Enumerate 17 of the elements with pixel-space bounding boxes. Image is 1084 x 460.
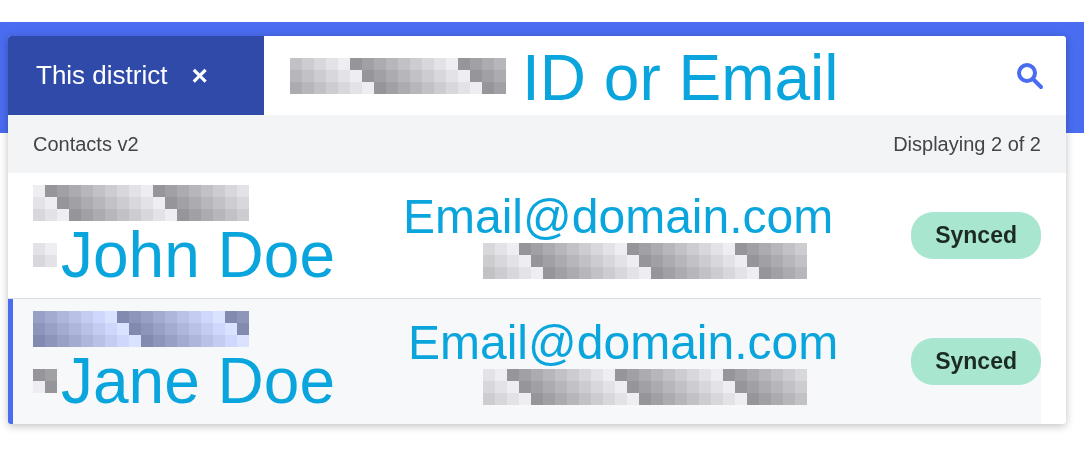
annotation-text: Jane Doe [61,348,335,413]
search-icon[interactable] [1016,61,1044,90]
annotation-text: Email@domain.com [408,319,839,367]
status-badge: Synced [911,338,1041,385]
pixelated-text [33,242,57,267]
contact-row[interactable]: Jane Doe Email@domain.com Synced [8,299,1041,424]
list-title: Contacts v2 [33,132,139,156]
filter-tab[interactable]: This district × [8,36,264,115]
annotation-text: John Doe [61,222,335,287]
annotation-text: Email@domain.com [403,193,834,241]
contact-row[interactable]: John Doe Email@domain.com Synced [8,173,1041,299]
annotation-text: ID or Email [522,46,839,110]
result-count: Displaying 2 of 2 [893,132,1041,156]
pixelated-text [33,368,57,393]
filter-label: This district [36,60,168,91]
status-badge: Synced [911,212,1041,259]
close-button[interactable]: × [191,59,208,92]
